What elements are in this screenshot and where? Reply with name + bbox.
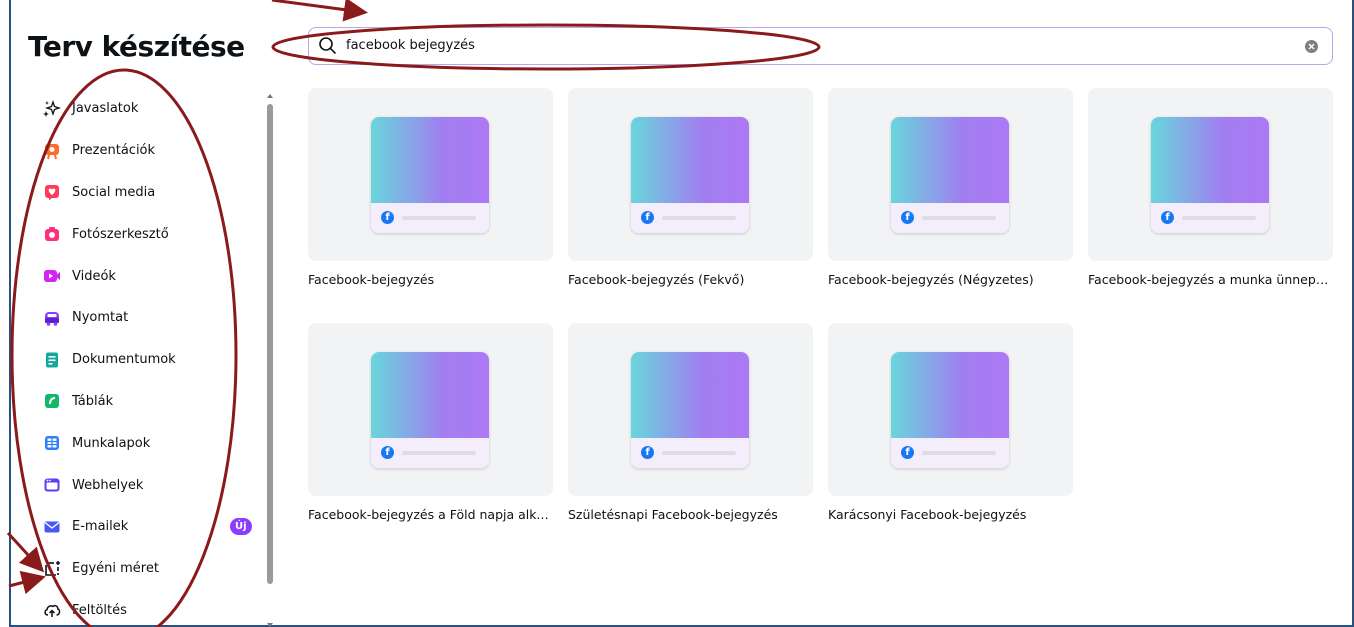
- facebook-post-preview: f: [891, 352, 1009, 468]
- sidebar-item-tablak[interactable]: Táblák: [36, 381, 261, 423]
- facebook-icon: f: [1161, 211, 1174, 224]
- document-icon: [42, 350, 62, 370]
- sidebar-item-feltoltes[interactable]: Feltöltés: [36, 590, 261, 627]
- facebook-icon: f: [381, 211, 394, 224]
- template-thumbnail[interactable]: f: [568, 88, 813, 261]
- sidebar-item-webhelyek[interactable]: Webhelyek: [36, 464, 261, 506]
- camera-icon: [42, 224, 62, 244]
- sidebar-scrollbar[interactable]: [266, 90, 274, 627]
- template-card[interactable]: f Facebook-bejegyzés (Fekvő): [568, 88, 813, 287]
- template-card[interactable]: f Facebook-bejegyzés: [308, 88, 553, 287]
- sidebar-item-label: Javaslatok: [72, 101, 139, 117]
- placeholder-line: [922, 216, 996, 220]
- sidebar-item-egyeni-meret[interactable]: Egyéni méret: [36, 548, 261, 590]
- sidebar-item-label: E-mailek: [72, 519, 129, 535]
- template-name[interactable]: Születésnapi Facebook-bejegyzés: [568, 507, 813, 522]
- template-thumbnail[interactable]: f: [828, 323, 1073, 496]
- facebook-icon: f: [901, 211, 914, 224]
- template-card[interactable]: f Facebook-bejegyzés a munka ünnepe...: [1088, 88, 1333, 287]
- template-name[interactable]: Facebook-bejegyzés a Föld napja alka...: [308, 507, 553, 522]
- sidebar-item-label: Egyéni méret: [72, 561, 159, 577]
- whiteboard-icon: [42, 391, 62, 411]
- sidebar-item-social-media[interactable]: Social media: [36, 172, 261, 214]
- sidebar-item-fotoszerkeszto[interactable]: Fotószerkesztő: [36, 213, 261, 255]
- placeholder-line: [662, 451, 736, 455]
- sidebar: Javaslatok Prezentációk Social media Fot…: [36, 88, 261, 627]
- placeholder-line: [662, 216, 736, 220]
- mail-icon: [42, 517, 62, 537]
- facebook-post-preview: f: [371, 352, 489, 468]
- template-name[interactable]: Facebook-bejegyzés (Négyzetes): [828, 272, 1073, 287]
- print-bus-icon: [42, 308, 62, 328]
- sheet-icon: [42, 433, 62, 453]
- sidebar-item-label: Dokumentumok: [72, 352, 176, 368]
- video-icon: [42, 266, 62, 286]
- placeholder-line: [402, 216, 476, 220]
- template-thumbnail[interactable]: f: [568, 323, 813, 496]
- sidebar-item-label: Social media: [72, 184, 156, 200]
- search-bar[interactable]: facebook bejegyzés: [308, 27, 1333, 65]
- facebook-icon: f: [641, 211, 654, 224]
- presentation-icon: [42, 141, 62, 161]
- template-card[interactable]: f Facebook-bejegyzés (Négyzetes): [828, 88, 1073, 287]
- clear-search-icon[interactable]: [1305, 40, 1318, 53]
- template-card[interactable]: f Születésnapi Facebook-bejegyzés: [568, 323, 813, 522]
- template-thumbnail[interactable]: f: [308, 88, 553, 261]
- template-thumbnail[interactable]: f: [308, 323, 553, 496]
- facebook-post-preview: f: [1151, 117, 1269, 233]
- template-name[interactable]: Facebook-bejegyzés (Fekvő): [568, 272, 813, 287]
- facebook-post-preview: f: [631, 352, 749, 468]
- sidebar-item-e-mailek[interactable]: E-mailek Új: [36, 506, 261, 548]
- sparkle-icon: [42, 99, 62, 119]
- sidebar-item-prezentaciok[interactable]: Prezentációk: [36, 130, 261, 172]
- search-input[interactable]: facebook bejegyzés: [346, 38, 475, 53]
- sidebar-item-dokumentumok[interactable]: Dokumentumok: [36, 339, 261, 381]
- template-name[interactable]: Facebook-bejegyzés: [308, 272, 553, 287]
- template-thumbnail[interactable]: f: [1088, 88, 1333, 261]
- scroll-up-arrow-icon[interactable]: [267, 94, 273, 98]
- facebook-icon: f: [901, 446, 914, 459]
- heart-icon: [42, 182, 62, 202]
- sidebar-item-munkalapok[interactable]: Munkalapok: [36, 422, 261, 464]
- sidebar-item-videok[interactable]: Videók: [36, 255, 261, 297]
- sidebar-item-label: Prezentációk: [72, 143, 156, 159]
- placeholder-line: [922, 451, 996, 455]
- facebook-icon: f: [381, 446, 394, 459]
- upload-cloud-icon: [42, 600, 62, 620]
- facebook-post-preview: f: [891, 117, 1009, 233]
- scroll-down-arrow-icon[interactable]: [267, 623, 273, 627]
- new-badge: Új: [230, 517, 252, 535]
- sidebar-item-label: Nyomtat: [72, 310, 129, 326]
- placeholder-line: [402, 451, 476, 455]
- page-title: Terv készítése: [28, 30, 245, 63]
- template-name[interactable]: Facebook-bejegyzés a munka ünnepe...: [1088, 272, 1333, 287]
- facebook-post-preview: f: [631, 117, 749, 233]
- sidebar-item-label: Munkalapok: [72, 435, 151, 451]
- sidebar-item-label: Webhelyek: [72, 477, 144, 493]
- sidebar-item-label: Fotószerkesztő: [72, 226, 169, 242]
- website-icon: [42, 475, 62, 495]
- scrollbar-thumb[interactable]: [267, 104, 273, 584]
- template-card[interactable]: f Karácsonyi Facebook-bejegyzés: [828, 323, 1073, 522]
- template-card[interactable]: f Facebook-bejegyzés a Föld napja alka..…: [308, 323, 553, 522]
- sidebar-item-label: Videók: [72, 268, 116, 284]
- custom-size-icon: [42, 559, 62, 579]
- facebook-icon: f: [641, 446, 654, 459]
- sidebar-item-javaslatok[interactable]: Javaslatok: [36, 88, 261, 130]
- template-name[interactable]: Karácsonyi Facebook-bejegyzés: [828, 507, 1073, 522]
- sidebar-item-label: Feltöltés: [72, 602, 127, 618]
- facebook-post-preview: f: [371, 117, 489, 233]
- placeholder-line: [1182, 216, 1256, 220]
- template-thumbnail[interactable]: f: [828, 88, 1073, 261]
- search-icon: [319, 37, 336, 54]
- sidebar-item-label: Táblák: [72, 393, 114, 409]
- sidebar-item-nyomtat[interactable]: Nyomtat: [36, 297, 261, 339]
